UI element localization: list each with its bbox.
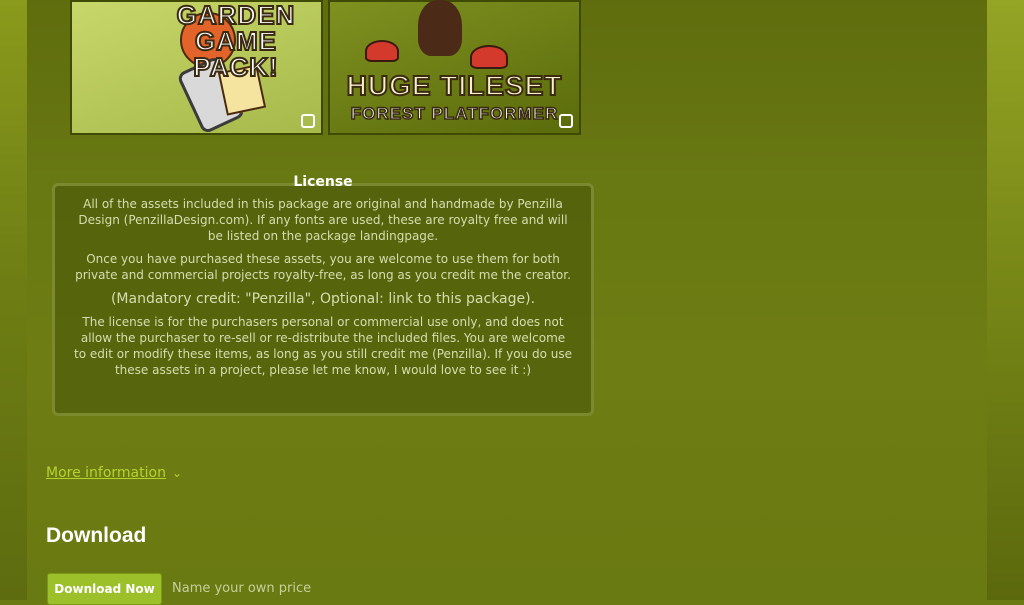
forest-critter-illustration [418, 0, 462, 56]
license-paragraph: Once you have purchased these assets, yo… [75, 252, 571, 282]
chevron-down-icon: ⌄ [171, 466, 183, 480]
penzilla-logo-icon [559, 114, 573, 128]
more-information-label: More information [46, 465, 166, 481]
more-information-toggle[interactable]: More information ⌄ [46, 465, 182, 481]
license-paragraph: All of the assets included in this packa… [78, 197, 568, 243]
thumbnail-title: HUGE TILESET [346, 70, 563, 101]
license-box: All of the assets included in this packa… [52, 183, 594, 416]
background-right [986, 0, 1024, 600]
penzilla-logo-icon [301, 114, 315, 128]
license-heading: License [293, 174, 353, 190]
download-heading: Download [46, 524, 147, 547]
license-credit-line: (Mandatory credit: "Penzilla", Optional:… [110, 291, 536, 307]
mushroom-illustration [365, 40, 399, 62]
thumbnail-subtitle: FOREST PLATFORMER [350, 103, 559, 124]
mushroom-illustration [470, 45, 508, 69]
license-paragraph: The license is for the purchasers person… [74, 315, 572, 377]
thumbnail-garden-game-pack[interactable]: GARDEN GAME PACK! [70, 0, 323, 135]
background-left [0, 0, 30, 600]
download-now-button[interactable]: Download Now [47, 573, 162, 605]
price-label: Name your own price [172, 581, 312, 596]
thumbnail-title: GARDEN GAME PACK! [176, 0, 296, 82]
